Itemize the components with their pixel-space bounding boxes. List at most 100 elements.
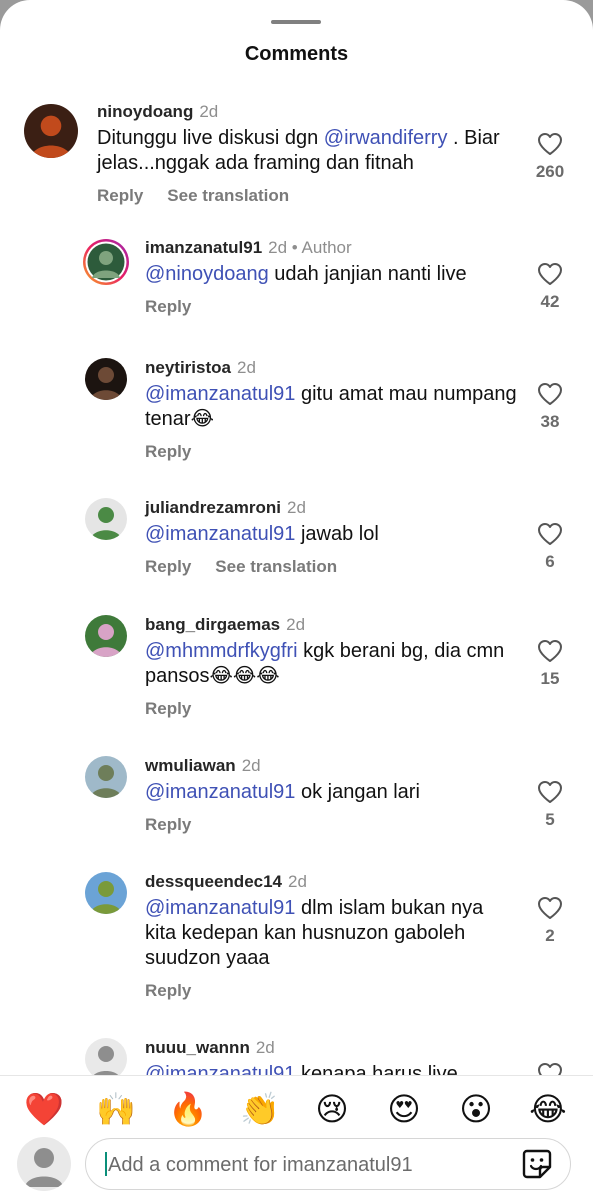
mention-link[interactable]: @mhmmdrfkygfri [145, 640, 298, 662]
like-control[interactable]: 260 [520, 132, 580, 182]
comment-time: 2d [199, 102, 219, 121]
reply-comment: juliandrezamroni 2d @imanzanatul91 jawab l… [0, 498, 593, 628]
surprised-face-emoji[interactable]: 😮 [453, 1086, 499, 1132]
mention-link[interactable]: @imanzanatul91 [145, 781, 295, 803]
like-count: 38 [540, 412, 560, 431]
comment-username[interactable]: imanzanatul91 2d • Author [145, 238, 352, 258]
avatar[interactable] [85, 615, 127, 657]
reply-comment: wmuliawan 2d @imanzanatul91 ok jangan lari… [0, 756, 593, 886]
avatar[interactable] [85, 1038, 127, 1075]
comment-input[interactable] [106, 1139, 500, 1191]
reply-button[interactable]: Reply [145, 297, 191, 316]
comments-sheet: Comments ninoydoang 2d Ditunggu live disku… [0, 0, 593, 1200]
current-user-avatar[interactable] [17, 1137, 71, 1191]
comment-text: @ninoydoang udah janjian nanti live [145, 262, 517, 287]
comment-username[interactable]: dessqueendec14 2d [145, 872, 307, 892]
raised-hands-emoji[interactable]: 🙌 [93, 1086, 139, 1132]
reply-button[interactable]: Reply [145, 981, 191, 1000]
username-text[interactable]: ninoydoang [97, 102, 193, 121]
like-control[interactable]: 38 [520, 382, 580, 432]
heart-eyes-emoji[interactable]: 😍 [381, 1086, 427, 1132]
heart-outline-icon[interactable] [537, 780, 563, 804]
mention-link[interactable]: @imanzanatul91 [145, 523, 295, 545]
heart-outline-icon[interactable] [537, 639, 563, 663]
reply-button[interactable]: Reply [145, 815, 191, 834]
comment-text: @imanzanatul91 jawab lol [145, 522, 517, 547]
like-count: 6 [545, 552, 555, 571]
comment-input-container [85, 1138, 571, 1191]
heart-outline-icon[interactable] [537, 522, 563, 546]
comment-text-segment: kenapa harus live [295, 1063, 458, 1075]
comment-text: @mhmmdrfkygfri kgk berani bg, dia cmn pa… [145, 639, 517, 689]
heart-outline-icon[interactable] [537, 896, 563, 920]
like-control[interactable]: 5 [520, 780, 580, 830]
username-text[interactable]: imanzanatul91 [145, 238, 262, 257]
comment-time: 2d [287, 498, 306, 517]
comment-time: 2d [241, 756, 261, 775]
heart-outline-icon[interactable] [537, 132, 563, 156]
see-translation-button[interactable]: See translation [167, 186, 289, 205]
comment: ninoydoang 2d Ditunggu live diskusi dgn @i… [0, 102, 593, 232]
crying-face-emoji[interactable]: 😢 [309, 1086, 355, 1132]
heart-outline-icon[interactable] [537, 1062, 563, 1075]
like-count: 260 [535, 162, 565, 181]
sheet-title: Comments [244, 43, 349, 65]
default-avatar-icon [85, 1038, 127, 1075]
sticker-icon[interactable] [520, 1147, 554, 1181]
avatar[interactable] [85, 358, 127, 400]
username-text[interactable]: wmuliawan [145, 756, 236, 775]
like-control[interactable]: 15 [520, 639, 580, 689]
reply-button[interactable]: Reply [97, 186, 143, 205]
clapping-hands-emoji[interactable]: 👏 [237, 1086, 283, 1132]
comment-text: @imanzanatul91 kenapa harus live [145, 1062, 517, 1075]
mention-link[interactable]: @irwandiferry [324, 127, 448, 149]
like-control[interactable]: 42 [520, 262, 580, 312]
mention-link[interactable]: @imanzanatul91 [145, 897, 295, 919]
default-avatar-icon [25, 1148, 63, 1187]
separator-dot: • [287, 238, 302, 257]
avatar[interactable] [85, 756, 127, 798]
avatar[interactable] [24, 104, 78, 158]
mention-link[interactable]: @ninoydoang [145, 263, 269, 285]
comment-username[interactable]: bang_dirgaemas 2d [145, 615, 305, 635]
username-text[interactable]: neytiristoa [145, 358, 231, 377]
comment-username[interactable]: neytiristoa 2d [145, 358, 256, 378]
comment-list[interactable]: ninoydoang 2d Ditunggu live diskusi dgn @i… [0, 90, 593, 1075]
comment-composer [0, 1132, 593, 1200]
see-translation-button[interactable]: See translation [215, 557, 337, 576]
fire-emoji[interactable]: 🔥 [165, 1086, 211, 1132]
avatar[interactable] [85, 498, 127, 540]
comment-username[interactable]: wmuliawan 2d [145, 756, 261, 776]
username-text[interactable]: nuuu_wannn [145, 1038, 250, 1057]
username-text[interactable]: dessqueendec14 [145, 872, 282, 891]
avatar[interactable] [82, 238, 130, 286]
heart-emoji[interactable]: ❤️ [21, 1086, 67, 1132]
reply-comment: bang_dirgaemas 2d @mhmmdrfkygfri kgk beran… [0, 615, 593, 745]
reply-comment: dessqueendec14 2d @imanzanatul91 dlm islam… [0, 872, 593, 1002]
username-text[interactable]: bang_dirgaemas [145, 615, 280, 634]
like-count: 2 [545, 926, 555, 945]
comment-text-segment: udah janjian nanti live [268, 263, 467, 285]
drag-handle[interactable] [271, 20, 321, 24]
comment-text-segment: Ditunggu live diskusi dgn [97, 127, 324, 149]
mention-link[interactable]: @imanzanatul91 [145, 383, 295, 405]
mention-link[interactable]: @imanzanatul91 [145, 1063, 295, 1075]
username-text[interactable]: juliandrezamroni [145, 498, 281, 517]
reply-button[interactable]: Reply [145, 442, 191, 461]
comment-actions: Reply [145, 297, 215, 317]
like-control[interactable]: 6 [520, 522, 580, 572]
heart-outline-icon[interactable] [537, 262, 563, 286]
heart-outline-icon[interactable] [537, 382, 563, 406]
reply-comment: imanzanatul91 2d • Author @ninoydoang udah… [0, 238, 593, 368]
avatar-image [85, 358, 127, 400]
like-control[interactable]: 2 [520, 896, 580, 946]
reply-button[interactable]: Reply [145, 557, 191, 576]
tears-of-joy-emoji[interactable]: 😂 [525, 1086, 571, 1132]
comment-username[interactable]: nuuu_wannn 2d [145, 1038, 275, 1058]
reply-button[interactable]: Reply [145, 699, 191, 718]
comment-username[interactable]: ninoydoang 2d [97, 102, 218, 122]
comment-username[interactable]: juliandrezamroni 2d [145, 498, 306, 518]
like-control[interactable] [520, 1062, 580, 1075]
avatar[interactable] [85, 872, 127, 914]
avatar-image [85, 872, 127, 914]
